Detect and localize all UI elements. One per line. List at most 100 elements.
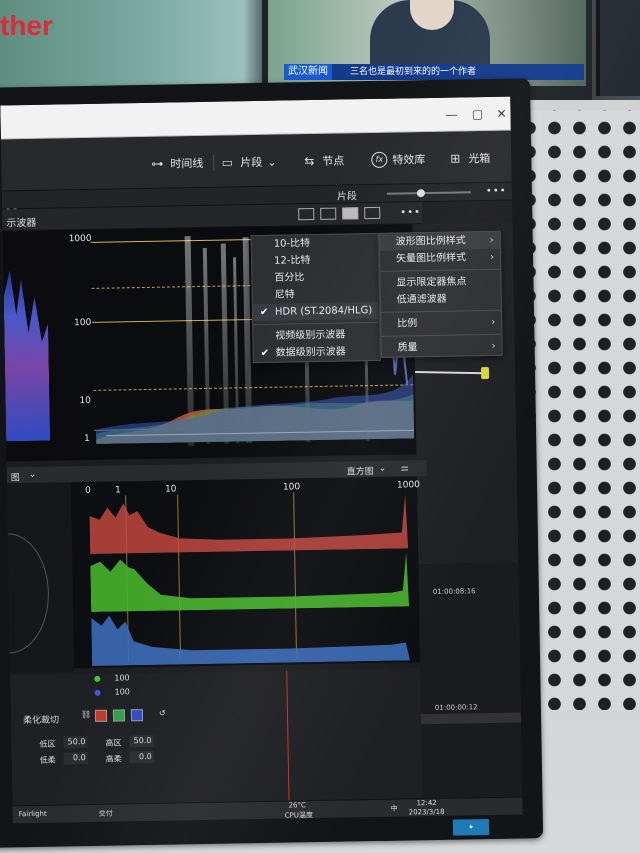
- low-soft-field[interactable]: 0.0: [63, 752, 88, 765]
- chevron-down-icon: ⌄: [267, 155, 277, 169]
- scope-title: 示波器: [6, 217, 37, 230]
- zoom-slider[interactable]: [386, 189, 471, 198]
- histogram-tick-1000: 1000: [396, 480, 420, 491]
- menu-item-label: 比例: [397, 318, 418, 330]
- clock-time: 12:42: [416, 798, 437, 808]
- menu-divider: [253, 321, 380, 326]
- high-soft-field[interactable]: 0.0: [129, 750, 154, 764]
- tab-effects-label: 特效库: [392, 153, 426, 167]
- blue-indicator: [94, 689, 101, 696]
- histogram-scope: 0 1 10 100 1000: [70, 476, 421, 669]
- green-indicator: [94, 675, 101, 682]
- energy-star-badge: ✦: [452, 819, 490, 836]
- low-soft-label: 低柔: [39, 755, 56, 765]
- menu-item-label: 百分比: [274, 272, 305, 284]
- color-controls: 100 100 柔化裁切 ⛓ ↺ 低区 50.0 高区 50.0 低柔 0.0 …: [10, 668, 433, 806]
- monitor-screen: — ▢ ✕ ⊶ 时间线 ▭ 片段 ⌄ ⇆ 节点 fx 特效库 ⊞ 光箱 片段 •…: [0, 96, 523, 824]
- menu-item-data-level[interactable]: ✔ 数据级别示波器: [254, 343, 380, 362]
- menu-item-video-level[interactable]: 视频级别示波器: [253, 326, 379, 345]
- left-scope-dropdown[interactable]: 图: [11, 470, 20, 483]
- scope-more-button[interactable]: •••: [400, 207, 421, 218]
- timeline-track[interactable]: [420, 712, 522, 725]
- high-range-field[interactable]: 50.0: [129, 734, 154, 748]
- y-label-1: 1: [84, 433, 90, 445]
- layout-grid-icon[interactable]: [364, 206, 381, 220]
- reset-icon[interactable]: ↺: [159, 709, 166, 718]
- menu-item-nits[interactable]: 尼特: [253, 285, 379, 304]
- scope-layout-buttons: [298, 206, 381, 221]
- histogram-green: [90, 552, 410, 612]
- layout-dual-icon[interactable]: [320, 207, 337, 220]
- tab-nodes[interactable]: ⇆ 节点: [301, 151, 344, 170]
- value-100: 100: [114, 687, 130, 697]
- y-label-1000: 1000: [68, 233, 92, 245]
- tab-lightbox[interactable]: ⊞ 光箱: [447, 149, 490, 168]
- checkmark-icon: ✔: [259, 306, 269, 318]
- parade-waveform: [3, 261, 50, 442]
- cpu-temp-label: CPU温度: [284, 811, 314, 820]
- menu-item-waveform-scale[interactable]: 波形图比例样式 ›: [379, 231, 500, 251]
- histogram-tick-0: 0: [84, 485, 91, 497]
- tab-clip[interactable]: ▭ 片段 ⌄: [213, 153, 277, 172]
- tab-timeline[interactable]: ⊶ 时间线: [149, 154, 203, 173]
- menu-item-label: 视频级别示波器: [275, 329, 346, 342]
- layout-quad-icon[interactable]: [342, 207, 359, 220]
- menu-item-label: 矢量图比例样式: [395, 252, 467, 265]
- menu-item-label: 质量: [397, 342, 418, 354]
- chevron-right-icon: ›: [491, 316, 496, 328]
- layout-single-icon[interactable]: [298, 208, 315, 221]
- slider-knob[interactable]: [416, 189, 425, 198]
- more-options-button[interactable]: •••: [486, 186, 507, 197]
- histogram-dropdown[interactable]: 直方图: [347, 464, 374, 477]
- timeline-panel: 01:00:08:16 01:00:00:12: [418, 562, 523, 799]
- tv-news-tag: 武汉新闻: [284, 64, 332, 80]
- menu-item-label: 显示限定器焦点: [396, 276, 467, 289]
- background-monitor: [596, 0, 640, 96]
- red-logo-fragment: ther: [0, 10, 53, 41]
- link-icon[interactable]: ⛓: [81, 710, 91, 719]
- fx-icon: fx: [371, 151, 388, 169]
- menu-item-vectorscope-scale[interactable]: 矢量图比例样式 ›: [380, 249, 500, 268]
- chevron-right-icon: ›: [489, 234, 494, 246]
- menu-item-lowpass[interactable]: 低通滤波器: [381, 290, 501, 309]
- chevron-right-icon: ›: [491, 340, 496, 352]
- menu-divider: [380, 268, 501, 272]
- close-icon[interactable]: ✕: [494, 107, 508, 121]
- high-range-label: 高区: [105, 738, 122, 748]
- monitor: — ▢ ✕ ⊶ 时间线 ▭ 片段 ⌄ ⇆ 节点 fx 特效库 ⊞ 光箱 片段 •…: [0, 78, 544, 848]
- minimize-icon[interactable]: —: [444, 107, 458, 121]
- menu-item-hdr[interactable]: ✔ HDR (ST.2084/HLG): [252, 301, 380, 322]
- menu-item-label: 尼特: [274, 289, 295, 301]
- chevron-down-icon: ⌄: [378, 463, 387, 474]
- clip-icon: ▭: [221, 155, 234, 170]
- separator: [213, 154, 215, 171]
- green-channel-button[interactable]: [112, 709, 126, 722]
- red-channel-button[interactable]: [94, 709, 108, 722]
- menu-item-qualifier-focus[interactable]: 显示限定器焦点: [380, 273, 500, 292]
- vectorscope-panel: [0, 482, 75, 674]
- menu-item-scale[interactable]: 比例 ›: [381, 314, 501, 333]
- deliver-page-button[interactable]: 交付: [99, 809, 113, 819]
- timeline-icon: ⊶: [151, 156, 164, 171]
- histogram-blue: [91, 615, 411, 666]
- fairlight-page-button[interactable]: Fairlight: [19, 810, 47, 818]
- clip-dropdown[interactable]: 片段: [337, 187, 357, 202]
- histogram-tick-1: 1: [114, 485, 121, 496]
- curve-handle[interactable]: [480, 366, 490, 380]
- value-100: 100: [114, 673, 130, 683]
- menu-item-label: 12-比特: [273, 255, 311, 267]
- menu-item-10bit[interactable]: 10-比特: [252, 234, 378, 253]
- low-range-field[interactable]: 50.0: [63, 736, 88, 749]
- high-soft-label: 高柔: [105, 754, 122, 764]
- tab-effects[interactable]: fx 特效库: [371, 150, 425, 169]
- maximize-icon[interactable]: ▢: [470, 107, 484, 121]
- temperature-label: 26°C: [288, 801, 306, 810]
- clock-date: 2023/3/18: [408, 807, 445, 817]
- ime-indicator[interactable]: 中: [391, 804, 398, 814]
- menu-item-quality[interactable]: 质量 ›: [381, 338, 501, 357]
- blue-channel-button[interactable]: [130, 709, 144, 722]
- settings-icon[interactable]: ⚌: [401, 463, 409, 473]
- menu-item-label: 波形图比例样式: [395, 235, 466, 248]
- menu-item-label: 10-比特: [273, 238, 311, 250]
- y-label-100: 100: [74, 317, 92, 329]
